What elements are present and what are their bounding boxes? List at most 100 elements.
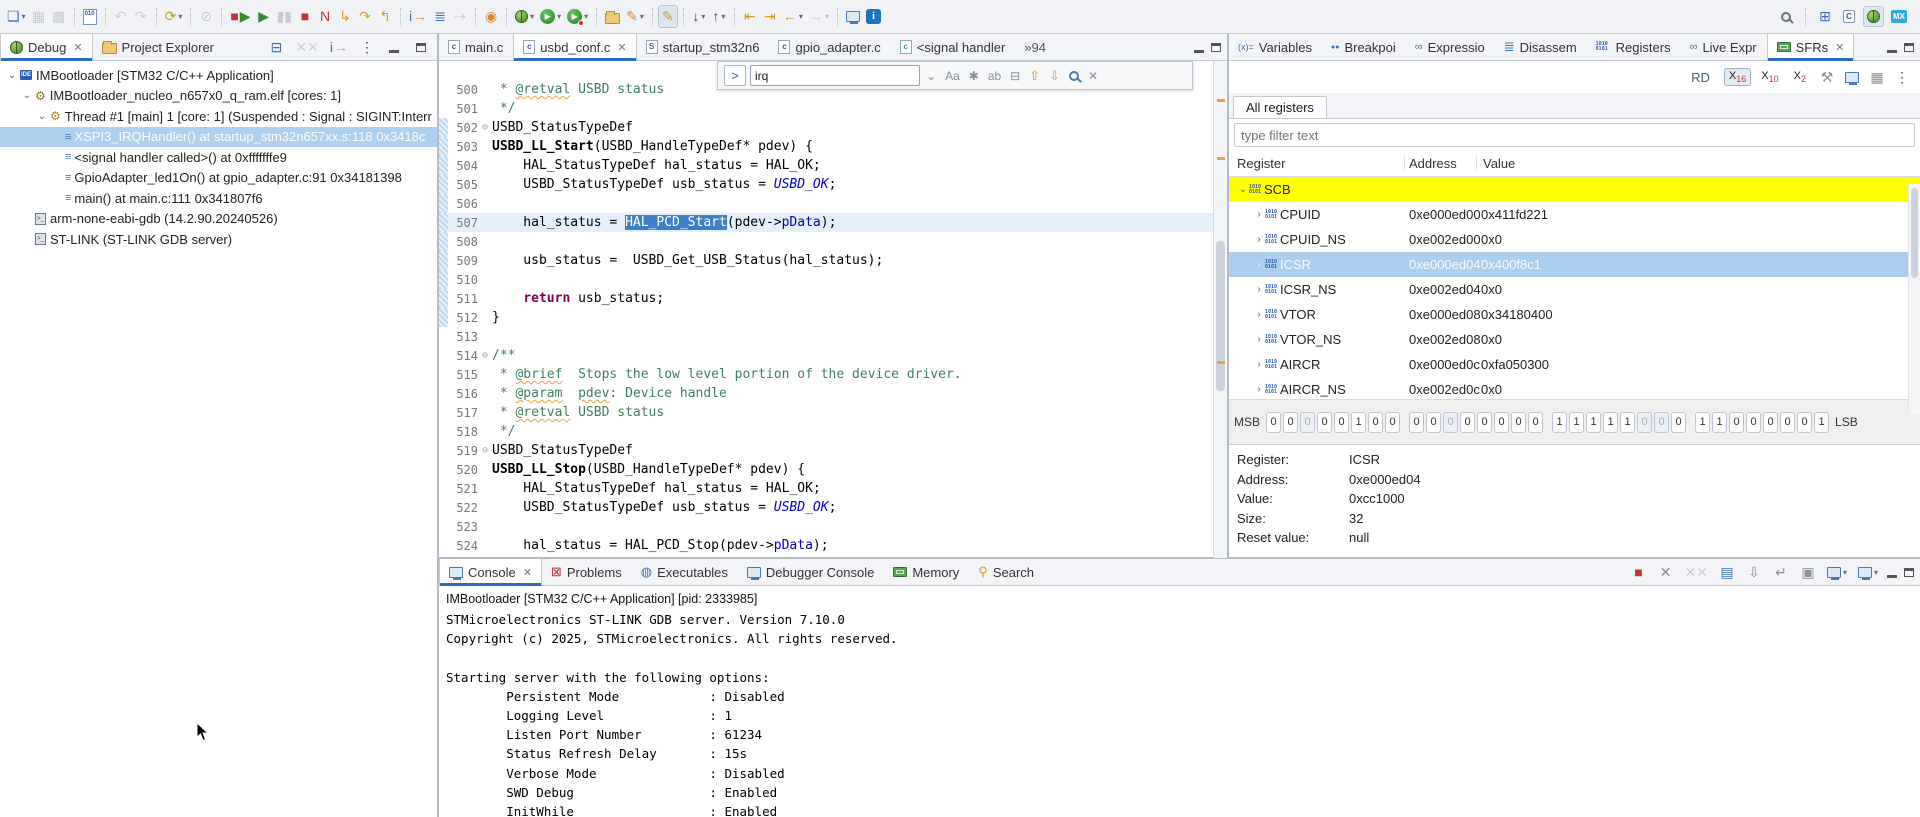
bit-cell[interactable]: 0 <box>1780 411 1796 433</box>
bit-cell[interactable]: 0 <box>1283 411 1299 433</box>
register-row[interactable]: › 1010 0101 VTOR_NS 0xe002ed08 0x0 <box>1229 327 1920 352</box>
tree-chevron-icon[interactable]: ⌄ <box>6 70 18 81</box>
console-tab-problems[interactable]: ⊠ Problems <box>542 559 632 585</box>
refresh-launch-button[interactable]: ⟳ ▾ <box>162 6 186 27</box>
console-tab-executables[interactable]: ◍ Executables <box>632 559 738 585</box>
dec-radix-button[interactable]: X10 <box>1756 68 1783 86</box>
bit-cell[interactable]: 0 <box>1797 411 1813 433</box>
code-line[interactable]: 504 HAL_StatusTypeDef hal_status = HAL_O… <box>439 156 1213 175</box>
export-button[interactable] <box>1842 69 1862 86</box>
view-tab-disassem[interactable]: ≣ Disassem <box>1495 34 1587 60</box>
register-table[interactable]: ⌄ 1010 0101 SCB › 1010 0101 CPUID 0xe000ed00 0x41… <box>1229 177 1920 399</box>
bit-cell[interactable]: 0 <box>1494 411 1510 433</box>
editor-tab-usbd-conf-c[interactable]: c usbd_conf.c ✕ <box>513 34 637 61</box>
code-line[interactable]: 513 <box>439 327 1213 346</box>
dropdown-arrow-icon[interactable]: ▾ <box>825 12 829 21</box>
code-line[interactable]: 512} <box>439 308 1213 327</box>
find-previous-button[interactable]: ⇧ <box>1027 68 1042 84</box>
split-search-button[interactable]: ⊟ <box>1008 69 1022 83</box>
minimize-button[interactable] <box>384 41 404 54</box>
hex-radix-button[interactable]: X16 <box>1723 67 1752 87</box>
next-edit-location-button[interactable]: ⇥ <box>760 6 780 27</box>
row-chevron-icon[interactable]: › <box>1253 384 1265 395</box>
fold-marker-icon[interactable]: ⊖ <box>478 445 492 456</box>
terminate-button[interactable]: ■ <box>295 6 315 27</box>
binary-file-icon[interactable]: 010 <box>80 6 100 28</box>
bit-cell[interactable]: 0 <box>1409 411 1425 433</box>
row-chevron-icon[interactable]: ⌄ <box>1237 184 1249 195</box>
import-button[interactable] <box>602 7 623 27</box>
tree-chevron-icon[interactable]: ⌄ <box>36 111 48 122</box>
dropdown-arrow-icon[interactable]: ▾ <box>557 12 561 21</box>
bin-radix-button[interactable]: X2 <box>1789 68 1811 86</box>
bit-cell[interactable]: 0 <box>1671 411 1687 433</box>
code-line[interactable]: 508 <box>439 232 1213 251</box>
console-tab-search[interactable]: ⚲ Search <box>969 559 1044 585</box>
register-row[interactable]: › 1010 0101 VTOR 0xe000ed08 0x34180400 <box>1229 302 1920 327</box>
bit-cell[interactable]: 0 <box>1477 411 1493 433</box>
bit-cell[interactable]: 1 <box>1552 411 1568 433</box>
help-info-button[interactable]: i <box>863 6 884 27</box>
register-filter-input[interactable] <box>1234 123 1915 147</box>
code-line[interactable]: 524 hal_status = HAL_PCD_Stop(pdev->pDat… <box>439 536 1213 555</box>
code-line[interactable]: 516 * @param pdev: Device handle <box>439 384 1213 403</box>
dropdown-arrow-icon[interactable]: ▾ <box>22 12 26 21</box>
register-row[interactable]: › 1010 0101 ICSR 0xe000ed04 0x400f8c1 <box>1229 252 1920 277</box>
bit-cell[interactable]: 0 <box>1528 411 1544 433</box>
bit-cell[interactable]: 1 <box>1603 411 1619 433</box>
step-over-button[interactable]: ↷ <box>355 6 375 27</box>
remove-all-launches-button[interactable]: ✕✕ <box>1683 564 1710 581</box>
bit-cell[interactable]: 0 <box>1266 411 1282 433</box>
bit-cell[interactable]: 0 <box>1460 411 1476 433</box>
bit-cell[interactable]: 1 <box>1695 411 1711 433</box>
run-button[interactable]: ▶ ▾ <box>537 6 564 27</box>
view-tab-variables[interactable]: (x)= Variables <box>1229 34 1322 60</box>
bit-cell[interactable]: 1 <box>1569 411 1585 433</box>
forward-button[interactable]: → ▾ <box>806 6 832 27</box>
bit-cell[interactable]: 1 <box>1712 411 1728 433</box>
search-button[interactable] <box>1776 9 1796 25</box>
register-row[interactable]: › 1010 0101 CPUID 0xe000ed00 0x411fd221 <box>1229 202 1920 227</box>
suspend-button[interactable]: ▮▮ <box>274 6 295 27</box>
terminate-console-button[interactable]: ■ <box>1629 564 1649 581</box>
row-chevron-icon[interactable]: › <box>1253 284 1265 295</box>
next-annotation-button[interactable]: ↓ ▾ <box>689 6 709 27</box>
debug-launch-tree[interactable]: ⌄ IDE IMBootloader [STM32 C/C++ Applicatio… <box>0 61 437 250</box>
bit-cell[interactable]: 0 <box>1511 411 1527 433</box>
close-find-button[interactable]: ✕ <box>1086 69 1100 83</box>
close-tab-icon[interactable]: ✕ <box>523 566 532 579</box>
debug-perspective-button[interactable] <box>1863 6 1884 27</box>
code-line[interactable]: 515 * @brief Stops the low level portion… <box>439 365 1213 384</box>
skip-breakpoints-button[interactable]: ⊘ <box>196 6 216 27</box>
debug-tree-item[interactable]: ≡ GpioAdapter_led1On() at gpio_adapter.c:… <box>0 168 437 189</box>
annotation-mark[interactable] <box>1217 99 1225 102</box>
run-to-line-button[interactable]: i → <box>406 6 430 27</box>
collapse-all-button[interactable]: ⊟ <box>266 39 286 56</box>
bit-cell[interactable]: 1 <box>1586 411 1602 433</box>
scrollbar-thumb[interactable] <box>1216 241 1225 391</box>
pin-console-toggle[interactable]: ▣ <box>1798 564 1818 581</box>
editor-vertical-scrollbar[interactable] <box>1213 61 1227 558</box>
register-row[interactable]: ⌄ 1010 0101 SCB <box>1229 177 1920 202</box>
row-chevron-icon[interactable]: › <box>1253 309 1265 320</box>
dropdown-arrow-icon[interactable]: ▾ <box>1874 568 1878 577</box>
redo-button[interactable]: ↷ <box>131 6 151 27</box>
resume-button[interactable]: ▶ <box>254 6 274 27</box>
find-next-button[interactable]: ⇩ <box>1047 68 1062 84</box>
display-console-button[interactable]: ▾ <box>1825 566 1849 580</box>
fold-marker-icon[interactable]: ⊖ <box>478 122 492 133</box>
debug-tree-item[interactable]: ≡ XSPI3_IRQHandler() at startup_stm32n657… <box>0 126 437 147</box>
close-tab-icon[interactable]: ✕ <box>1835 41 1844 54</box>
cpp-perspective-button[interactable]: C <box>1839 7 1859 26</box>
mark-occurrences-toggle[interactable]: ✎ <box>657 5 678 28</box>
prev-annotation-button[interactable]: ↑ ▾ <box>709 6 729 27</box>
bit-cell[interactable]: 0 <box>1729 411 1745 433</box>
terminate-relaunch-button[interactable]: ■ ▶ <box>227 6 253 27</box>
close-tab-icon[interactable]: ✕ <box>617 41 626 54</box>
profile-button[interactable]: ◉ <box>481 6 501 27</box>
bit-cell[interactable]: 0 <box>1426 411 1442 433</box>
focus-stack-button[interactable]: i → <box>328 39 350 56</box>
bit-cell[interactable]: 1 <box>1351 411 1367 433</box>
fold-marker-icon[interactable]: ⊖ <box>478 350 492 361</box>
debug-tree-item[interactable]: >_ ST-LINK (ST-LINK GDB server) <box>0 229 437 250</box>
